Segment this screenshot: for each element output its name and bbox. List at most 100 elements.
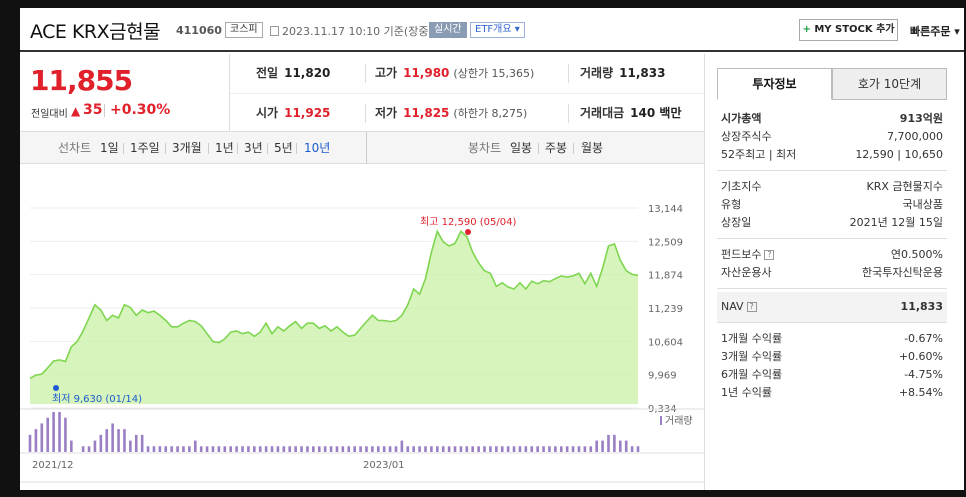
volume-bar [607,434,610,452]
info-row-return-1y: 1년 수익률 +8.54% [717,384,947,402]
change-percent: +0.30% [110,102,171,118]
volume-bar [211,446,215,452]
volume-bar [589,446,593,452]
divider [573,143,574,154]
period-1w[interactable]: 1주일 [130,132,160,164]
info-row-return-6m: 6개월 수익률 -4.75% [717,366,947,384]
period-1d[interactable]: 1일 [100,132,119,164]
volume-bar [376,446,380,452]
volume-bar [400,440,404,452]
volume-bar [394,446,398,452]
stock-name: ACE KRX금현물 [30,21,161,43]
volume-bar [64,417,67,452]
volume-bar [359,446,362,452]
chart-period-bar: 선차트 1일 1주일 3개월 1년 3년 5년 10년 봉차트 일봉 주봉 월봉 [20,132,704,164]
help-icon[interactable]: ? [746,302,757,312]
period-3m[interactable]: 3개월 [172,132,202,164]
volume-bar [536,446,539,452]
price-area [30,231,638,404]
volume-bar [577,446,581,452]
period-3y[interactable]: 3년 [244,132,263,164]
volume-bar [424,446,427,452]
realtime-badge[interactable]: 실시간 [429,22,467,38]
etf-overview-dropdown[interactable]: ETF개요 ▾ [470,22,525,38]
tab-investment-info[interactable]: 투자정보 [717,68,832,100]
divider [267,143,268,154]
help-icon[interactable]: ? [764,250,775,260]
info-tabs: 투자정보 호가 10단계 [717,68,947,100]
info-section-nav: NAV? 11,833 [717,298,947,316]
volume-bar [282,446,286,452]
return-1m-value: -0.67% [904,332,943,345]
low-price: 저가 11,825 (하한가 8,275) [375,94,527,133]
info-row-market-cap: 시가총액 913억원 [717,110,947,128]
add-my-stock-button[interactable]: + MY STOCK 추가 [799,19,898,41]
price-chart-svg: 13,14412,50911,87411,23910,6049,9699,334… [20,204,704,483]
volume-bar [323,446,327,452]
candle-monthly[interactable]: 월봉 [581,132,603,164]
volume-bar [123,429,126,452]
period-10y[interactable]: 10년 [304,132,330,164]
x-tick-label: 2021/12 [32,460,74,471]
volume-bar [459,446,463,452]
listing-date-label: 상장일 [721,216,752,229]
volume-bar [70,440,73,452]
change-divider [104,104,105,117]
open-value: 11,925 [284,106,331,120]
divider [365,64,366,83]
volume-bar [518,446,522,452]
52w-label: 52주최고 | 최저 [721,148,797,161]
y-tick-label: 12,509 [648,237,683,248]
current-price: 11,855 [30,64,133,97]
volume-bar [93,440,97,452]
volume-bar [46,417,50,452]
up-arrow-icon: ▲ [71,104,81,118]
info-row-manager: 자산운용사 한국투자신탁운용 [717,264,947,282]
volume-bar [294,446,297,452]
volume-bar [329,446,333,452]
volume-bar [506,446,510,452]
volume-value: 11,833 [619,66,666,80]
prev-close: 전일 11,820 [256,54,330,93]
volume-bar [613,434,616,452]
volume-bar [176,446,179,452]
volume-bar [477,446,480,452]
volume-bar [465,446,469,452]
volume-bar [288,446,292,452]
volume-bar [241,446,244,452]
quick-order-dropdown[interactable]: 빠른주문 ▾ [910,23,960,39]
divider [365,104,366,123]
info-row-type: 유형 국내상품 [717,196,947,214]
high-price: 고가 11,980 (상한가 15,365) [375,54,534,93]
trade-amount: 거래대금 140 백만 [580,94,681,133]
divider [717,238,947,239]
base-index-value: KRX 금현물지수 [866,180,944,193]
candle-daily[interactable]: 일봉 [510,132,532,164]
plus-icon: + [802,24,811,35]
manager-value: 한국투자신탁운용 [862,266,943,279]
return-1y-label: 1년 수익률 [721,386,772,399]
volume-bar [436,446,439,452]
52w-value: 12,590 | 10,650 [855,148,943,161]
nav-label-text: NAV [721,300,744,313]
volume-bar [199,446,203,452]
volume-bar [193,440,197,452]
info-row-return-3m: 3개월 수익률 +0.60% [717,348,947,366]
info-section-returns: 1개월 수익률 -0.67% 3개월 수익률 +0.60% 6개월 수익률 -4.75… [717,330,947,402]
price-chart[interactable]: 13,144 12,509 11,874 11,239 10,604 9,969 9,334… [20,164,704,490]
volume-bar [188,446,191,452]
volume-bar [347,446,351,452]
tab-order-book-10[interactable]: 호가 10단계 [832,68,947,100]
volume-bar [554,446,557,452]
y-tick-label: 10,604 [648,337,683,348]
volume-bar [524,446,528,452]
volume-bar [300,446,303,452]
volume-bar [382,446,386,452]
return-3m-value: +0.60% [898,350,943,363]
min-point [53,385,59,391]
period-5y[interactable]: 5년 [274,132,293,164]
period-1y[interactable]: 1년 [215,132,234,164]
type-label: 유형 [721,198,742,211]
volume-bar [270,446,274,452]
candle-weekly[interactable]: 주봉 [545,132,567,164]
